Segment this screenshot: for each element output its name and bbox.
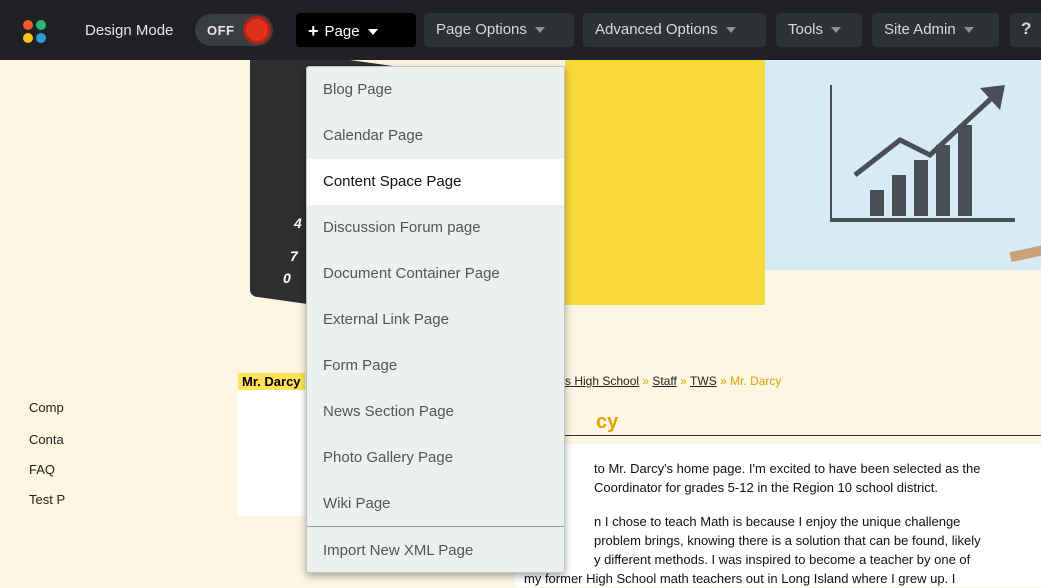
dropdown-item-import-xml-page[interactable]: Import New XML Page — [307, 528, 564, 574]
site-admin-menu-button[interactable]: Site Admin — [872, 13, 999, 47]
calc-key: 0 — [283, 270, 291, 286]
sidebar-item[interactable]: Conta — [29, 432, 64, 447]
sidebar-title[interactable]: Mr. Darcy — [238, 373, 305, 390]
content-line: n I chose to teach Math is because I enj… — [594, 514, 961, 529]
dropdown-item-external-link-page[interactable]: External Link Page — [307, 297, 564, 343]
calc-key: 7 — [290, 248, 298, 264]
sidebar-nav — [238, 390, 308, 516]
page-menu-label: Page — [324, 23, 360, 40]
sidebar-item[interactable]: Test P — [29, 492, 65, 507]
page-options-menu-button[interactable]: Page Options — [424, 13, 574, 47]
breadcrumb-sep: » — [642, 374, 650, 388]
top-toolbar: Design Mode OFF + Page Page Options Advan… — [0, 0, 1041, 60]
toggle-knob — [243, 16, 271, 44]
caret-down-icon — [963, 27, 974, 34]
breadcrumb-current: Mr. Darcy — [730, 374, 782, 388]
caret-down-icon — [367, 29, 378, 36]
design-mode-label: Design Mode — [85, 22, 174, 39]
design-mode-toggle[interactable]: OFF — [195, 14, 273, 46]
dropdown-divider — [307, 526, 564, 527]
breadcrumb-school[interactable]: s High School — [565, 374, 639, 388]
sidebar-item[interactable]: Comp — [29, 400, 64, 415]
plus-icon: + — [308, 21, 319, 41]
content-line: to Mr. Darcy's home page. I'm excited to… — [594, 461, 981, 476]
tools-menu-button[interactable]: Tools — [776, 13, 862, 47]
advanced-options-label: Advanced Options — [595, 21, 718, 38]
content-line: y different methods. I was inspired to b… — [594, 552, 971, 567]
dropdown-item-form-page[interactable]: Form Page — [307, 343, 564, 389]
toggle-state: OFF — [207, 23, 235, 38]
dropdown-item-news-section-page[interactable]: News Section Page — [307, 389, 564, 435]
logo-icon[interactable] — [0, 0, 60, 60]
dropdown-item-photo-gallery-page[interactable]: Photo Gallery Page — [307, 435, 564, 481]
content-line: Coordinator for grades 5-12 in the Regio… — [594, 480, 938, 495]
caret-down-icon — [534, 27, 545, 34]
page-menu-button[interactable]: + Page — [296, 13, 416, 47]
sidebar-item[interactable]: FAQ — [29, 462, 55, 477]
caret-down-icon — [725, 27, 736, 34]
advanced-options-menu-button[interactable]: Advanced Options — [583, 13, 766, 47]
page-options-label: Page Options — [436, 21, 527, 38]
caret-down-icon — [831, 27, 842, 34]
content-line: problem brings, knowing there is a solut… — [594, 533, 981, 548]
dropdown-item-document-container-page[interactable]: Document Container Page — [307, 251, 564, 297]
title-divider — [565, 435, 1041, 436]
content-line: my former High School math teachers out … — [524, 571, 956, 586]
page-title: cy — [596, 411, 619, 433]
help-button[interactable]: ? — [1010, 13, 1041, 47]
breadcrumb: s High School » Staff » TWS » Mr. Darcy — [565, 374, 781, 388]
dropdown-item-calendar-page[interactable]: Calendar Page — [307, 113, 564, 159]
dropdown-item-discussion-forum-page[interactable]: Discussion Forum page — [307, 205, 564, 251]
page-dropdown-menu: Blog Page Calendar Page Content Space Pa… — [306, 66, 565, 573]
breadcrumb-sep: » — [680, 374, 687, 388]
dropdown-item-blog-page[interactable]: Blog Page — [307, 67, 564, 113]
growth-chart-icon — [830, 85, 1015, 222]
calc-key: 4 — [294, 215, 302, 231]
breadcrumb-sep: » — [720, 374, 727, 388]
dropdown-item-content-space-page[interactable]: Content Space Page — [307, 159, 564, 205]
content-area: to Mr. Darcy's home page. I'm excited to… — [514, 444, 1041, 587]
tools-label: Tools — [788, 21, 824, 38]
dropdown-item-wiki-page[interactable]: Wiki Page — [307, 481, 564, 527]
help-icon: ? — [1021, 19, 1032, 38]
hero-sticky-note — [565, 60, 765, 305]
site-admin-label: Site Admin — [884, 21, 956, 38]
breadcrumb-tws[interactable]: TWS — [690, 374, 717, 388]
breadcrumb-staff[interactable]: Staff — [652, 374, 676, 388]
